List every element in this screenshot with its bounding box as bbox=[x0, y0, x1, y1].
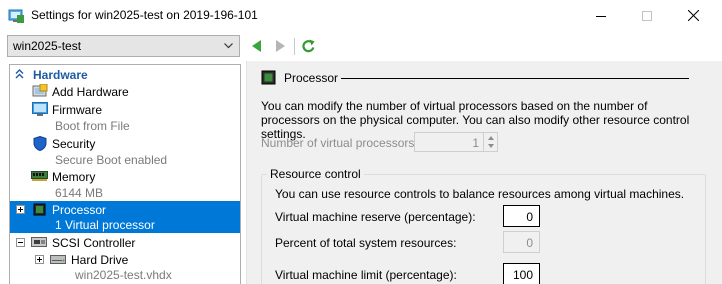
spinner-down-icon[interactable] bbox=[488, 144, 494, 148]
tree-item-label: SCSI Controller bbox=[52, 236, 136, 250]
toolbar: win2025-test bbox=[0, 31, 722, 61]
percent-total-value: 0 bbox=[526, 236, 533, 250]
panel-title: Processor bbox=[284, 71, 339, 85]
scsi-controller-icon bbox=[31, 237, 47, 247]
minimize-button[interactable] bbox=[578, 0, 624, 31]
tree-item-scsi-controller[interactable]: SCSI Controller bbox=[10, 234, 240, 251]
hard-drive-icon bbox=[50, 255, 66, 264]
percent-total-label: Percent of total system resources: bbox=[275, 236, 457, 250]
tree-item-label: Security bbox=[52, 137, 96, 151]
collapse-icon[interactable] bbox=[16, 238, 25, 247]
vm-reserve-label: Virtual machine reserve (percentage): bbox=[275, 210, 476, 224]
spinner-arrows[interactable] bbox=[483, 133, 497, 151]
vm-reserve-value: 0 bbox=[526, 210, 533, 224]
memory-icon bbox=[31, 171, 48, 181]
tree-item-sub: 6144 MB bbox=[55, 186, 104, 200]
tree-item-label: Add Hardware bbox=[52, 85, 129, 99]
tree-item-label: Hard Drive bbox=[71, 253, 129, 267]
forward-arrow-icon[interactable] bbox=[276, 40, 285, 52]
processor-icon bbox=[33, 203, 46, 216]
toolbar-separator bbox=[294, 38, 295, 55]
back-arrow-icon[interactable] bbox=[252, 40, 261, 52]
vm-limit-label: Virtual machine limit (percentage): bbox=[275, 268, 457, 282]
vm-limit-value: 100 bbox=[512, 268, 533, 282]
hardware-section-label: Hardware bbox=[33, 68, 88, 82]
tree-item-label: Processor bbox=[52, 203, 107, 217]
num-processors-label: Number of virtual processors: bbox=[261, 136, 418, 150]
maximize-button[interactable] bbox=[624, 0, 670, 31]
shield-icon bbox=[33, 136, 47, 151]
tree-item-add-hardware[interactable]: Add Hardware bbox=[10, 83, 240, 100]
percent-total-input: 0 bbox=[503, 231, 540, 253]
tree-item-firmware[interactable]: Firmware Boot from File bbox=[10, 101, 240, 134]
vm-select-value: win2025-test bbox=[13, 39, 82, 53]
spinner-up-icon[interactable] bbox=[488, 136, 494, 140]
collapse-chevron-icon bbox=[15, 69, 24, 79]
tree-item-security[interactable]: Security Secure Boot enabled bbox=[10, 135, 240, 168]
maximize-icon bbox=[642, 10, 652, 21]
hardware-tree: Hardware Add Hardware Firmware Boot from… bbox=[9, 64, 241, 284]
chevron-down-icon bbox=[224, 43, 233, 49]
firmware-icon bbox=[32, 102, 48, 116]
tree-item-sub: win2025-test.vhdx bbox=[75, 268, 172, 282]
vm-reserve-input[interactable]: 0 bbox=[503, 205, 540, 227]
tree-item-label: Firmware bbox=[52, 103, 102, 117]
tree-item-memory[interactable]: Memory 6144 MB bbox=[10, 168, 240, 201]
num-processors-spinner[interactable]: 1 bbox=[414, 132, 498, 152]
hardware-section-header[interactable]: Hardware bbox=[10, 66, 240, 83]
tree-item-sub: Boot from File bbox=[55, 119, 130, 133]
title-divider bbox=[341, 78, 689, 79]
close-icon bbox=[687, 10, 699, 21]
vm-limit-input[interactable]: 100 bbox=[503, 263, 540, 284]
num-processors-value: 1 bbox=[472, 136, 479, 150]
tree-item-label: Memory bbox=[52, 170, 96, 184]
tree-item-hard-drive[interactable]: Hard Drive win2025-test.vhdx bbox=[10, 251, 240, 284]
tree-item-processor[interactable]: Processor 1 Virtual processor bbox=[10, 201, 240, 233]
hyperv-settings-icon bbox=[8, 9, 24, 23]
add-hardware-icon bbox=[32, 84, 48, 97]
resource-control-description: You can use resource controls to balance… bbox=[275, 187, 685, 201]
settings-panel: Processor You can modify the number of v… bbox=[246, 61, 722, 284]
resource-control-title: Resource control bbox=[267, 167, 364, 181]
minimize-icon bbox=[596, 15, 606, 17]
expand-icon[interactable] bbox=[35, 255, 44, 264]
expand-icon[interactable] bbox=[16, 205, 25, 214]
title-bar: Settings for win2025-test on 2019-196-10… bbox=[0, 0, 722, 31]
vm-select[interactable]: win2025-test bbox=[7, 35, 240, 57]
refresh-icon[interactable] bbox=[302, 39, 315, 53]
tree-item-sub: 1 Virtual processor bbox=[55, 218, 155, 232]
window-title: Settings for win2025-test on 2019-196-10… bbox=[31, 8, 258, 22]
tree-item-sub: Secure Boot enabled bbox=[55, 153, 168, 167]
close-button[interactable] bbox=[670, 0, 716, 31]
processor-icon bbox=[261, 70, 276, 85]
